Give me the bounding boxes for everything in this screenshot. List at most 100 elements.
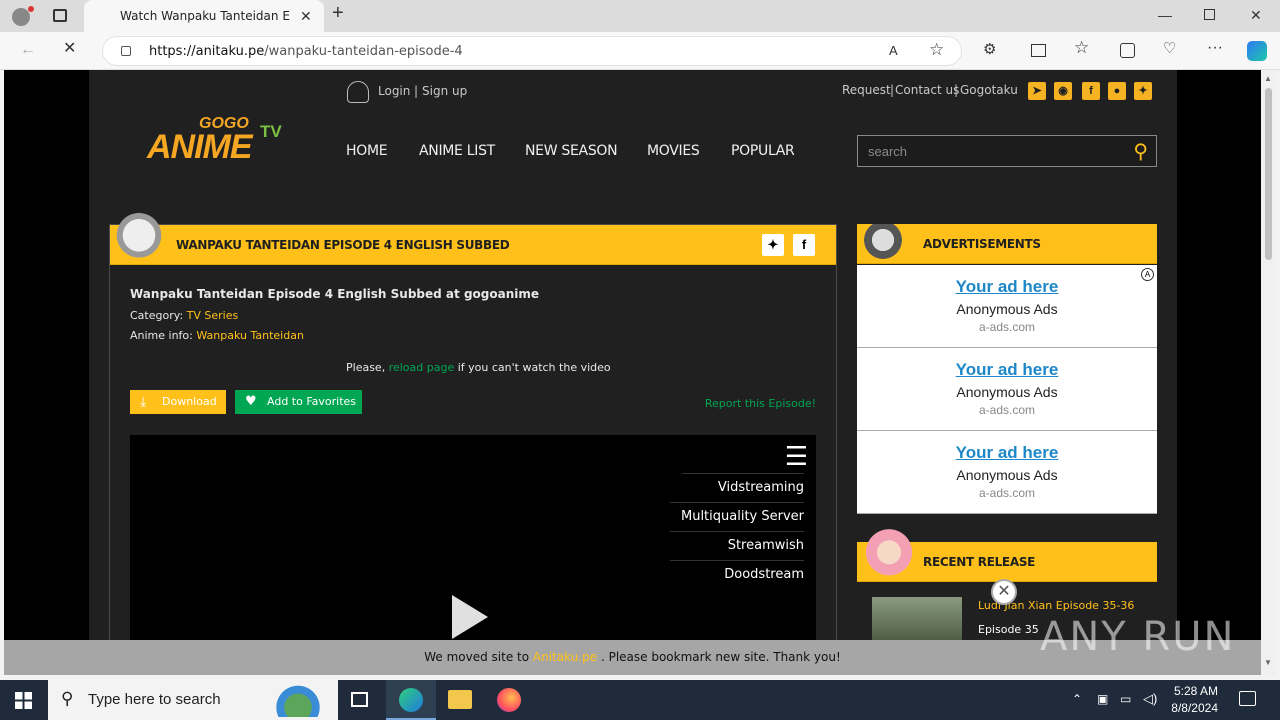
video-player[interactable]: ☰ Vidstreaming Multiquality Server Strea… [130, 435, 816, 640]
nav-anime-list[interactable]: ANIME LIST [419, 143, 495, 159]
collections-icon[interactable] [1120, 43, 1135, 58]
profile-icon[interactable] [12, 8, 30, 26]
url-text: https://anitaku.pe/wanpaku-tanteidan-epi… [149, 44, 463, 59]
adchoices-icon[interactable]: A [1141, 268, 1154, 281]
task-view-icon[interactable] [351, 692, 368, 707]
nav-new-season[interactable]: NEW SEASON [525, 143, 618, 159]
twitter-share-icon[interactable]: ✦ [762, 234, 784, 256]
anyrun-watermark: ANY RUN [1040, 614, 1236, 660]
more-menu-icon[interactable]: ··· [1207, 40, 1223, 56]
favorites-icon[interactable]: ☆ [1074, 39, 1089, 56]
user-icon [347, 81, 369, 103]
split-screen-icon[interactable] [1031, 44, 1046, 57]
scroll-down-icon[interactable]: ▼ [1264, 658, 1272, 667]
volume-icon[interactable]: ◁) [1143, 691, 1157, 707]
play-icon[interactable] [452, 595, 488, 639]
ad-slot[interactable]: Your ad here Anonymous Ads a-ads.com [857, 348, 1157, 431]
server-multiquality[interactable]: Multiquality Server [670, 502, 804, 531]
tab-active[interactable]: Watch Wanpaku Tanteidan Episode 4 Englis… [84, 0, 324, 32]
server-list-icon[interactable]: ☰ [785, 443, 808, 469]
recent-thumbnail [872, 597, 962, 640]
anime-info-link[interactable]: Wanpaku Tanteidan [196, 329, 304, 342]
tab-actions-icon[interactable] [53, 9, 67, 22]
ad-link[interactable]: Your ad here [857, 443, 1157, 463]
taskbar-search[interactable]: ⚲ Type here to search [48, 680, 338, 720]
clock-date[interactable]: 8/8/2024 [1166, 701, 1218, 715]
file-explorer-icon[interactable] [448, 690, 472, 709]
download-button[interactable]: ⤓ Download [130, 390, 226, 414]
ad-link[interactable]: Your ad here [857, 277, 1157, 297]
login-link[interactable]: Login [378, 84, 410, 98]
anime-info-row: Anime info: Wanpaku Tanteidan [130, 329, 304, 342]
edge-logo-icon [399, 688, 423, 712]
tray-chevron-icon[interactable]: ⌃ [1072, 692, 1082, 706]
network-icon[interactable]: ▭ [1120, 692, 1131, 706]
tray-meet-icon[interactable]: ▣ [1097, 692, 1108, 706]
notification-dot [28, 6, 34, 12]
page-scrollbar[interactable]: ▲ ▼ [1261, 70, 1276, 675]
telegram-icon[interactable]: ➤ [1028, 82, 1046, 100]
new-tab-icon[interactable]: + [332, 3, 344, 23]
back-icon[interactable]: ← [20, 42, 36, 58]
close-popup-icon[interactable]: ✕ [991, 579, 1017, 605]
episode-header-title: WANPAKU TANTEIDAN EPISODE 4 ENGLISH SUBB… [176, 238, 510, 252]
server-vidstreaming[interactable]: Vidstreaming [682, 473, 804, 502]
loading-icon [96, 9, 110, 23]
read-aloud-icon[interactable]: A [889, 44, 898, 58]
facebook-icon[interactable]: f [1082, 82, 1100, 100]
taskbar-search-icon: ⚲ [61, 689, 74, 708]
address-bar-row: ← ✕ https://anitaku.pe/wanpaku-tanteidan… [0, 32, 1280, 70]
notice-link[interactable]: Anitaku.pe [533, 650, 597, 664]
url-field[interactable]: https://anitaku.pe/wanpaku-tanteidan-epi… [102, 36, 962, 66]
scroll-thumb[interactable] [1265, 88, 1272, 260]
site-logo[interactable]: GOGO ANIME TV [147, 110, 292, 170]
extensions-icon[interactable]: ⚙ [983, 42, 996, 57]
discord-icon[interactable]: ◉ [1054, 82, 1072, 100]
recent-episode: Episode 35 [978, 623, 1039, 636]
notifications-icon[interactable] [1239, 691, 1256, 706]
reddit-icon[interactable]: ● [1108, 82, 1126, 100]
add-favorites-button[interactable]: ♥ Add to Favorites [235, 390, 362, 414]
twitter-icon[interactable]: ✦ [1134, 82, 1152, 100]
nav-home[interactable]: HOME [346, 143, 388, 159]
search-icon[interactable]: ⚲ [1133, 139, 1148, 164]
stop-loading-icon[interactable]: ✕ [63, 41, 76, 57]
browser-essentials-icon[interactable]: ♡ [1163, 41, 1176, 56]
request-link[interactable]: Request [842, 83, 891, 97]
windows-start-icon[interactable] [15, 692, 32, 709]
recent-header: RECENT RELEASE [857, 528, 1157, 582]
ads-character-image [863, 224, 903, 264]
firefox-icon[interactable] [497, 688, 521, 712]
search-input[interactable] [858, 136, 1118, 166]
lock-icon [121, 46, 131, 56]
ad-link[interactable]: Your ad here [857, 360, 1157, 380]
minimize-icon[interactable]: — [1158, 8, 1172, 22]
close-window-icon[interactable]: ✕ [1250, 8, 1262, 22]
ad-domain: a-ads.com [978, 320, 1036, 334]
separator: | [954, 83, 959, 97]
scroll-up-icon[interactable]: ▲ [1264, 74, 1272, 83]
server-doodstream[interactable]: Doodstream [670, 560, 804, 589]
copilot-icon[interactable] [1247, 41, 1267, 61]
restore-icon[interactable] [1204, 9, 1215, 20]
reload-link[interactable]: reload page [389, 361, 455, 374]
signup-link[interactable]: Sign up [422, 84, 467, 98]
notice-post: . Please bookmark new site. Thank you! [600, 650, 841, 664]
favorite-star-icon[interactable]: ☆ [929, 41, 944, 58]
ad-slot[interactable]: Your ad here Anonymous Ads a-ads.com [857, 265, 1157, 348]
taskbar-search-placeholder: Type here to search [88, 691, 221, 708]
nav-movies[interactable]: MOVIES [647, 143, 700, 159]
facebook-share-icon[interactable]: f [793, 234, 815, 256]
close-tab-icon[interactable]: ✕ [300, 9, 312, 23]
clock-time[interactable]: 5:28 AM [1168, 684, 1218, 698]
ads-header: ADVERTISEMENTS [857, 224, 1157, 264]
server-streamwish[interactable]: Streamwish [670, 531, 804, 560]
contact-link[interactable]: Contact us [895, 83, 959, 97]
nav-popular[interactable]: POPULAR [731, 143, 795, 159]
gogotaku-link[interactable]: Gogotaku [960, 83, 1018, 97]
category-link[interactable]: TV Series [187, 309, 239, 322]
category-row: Category: TV Series [130, 309, 238, 322]
ad-slot[interactable]: Your ad here Anonymous Ads a-ads.com [857, 431, 1157, 514]
report-link[interactable]: Report this Episode! [705, 397, 816, 410]
separator: | [414, 84, 419, 98]
